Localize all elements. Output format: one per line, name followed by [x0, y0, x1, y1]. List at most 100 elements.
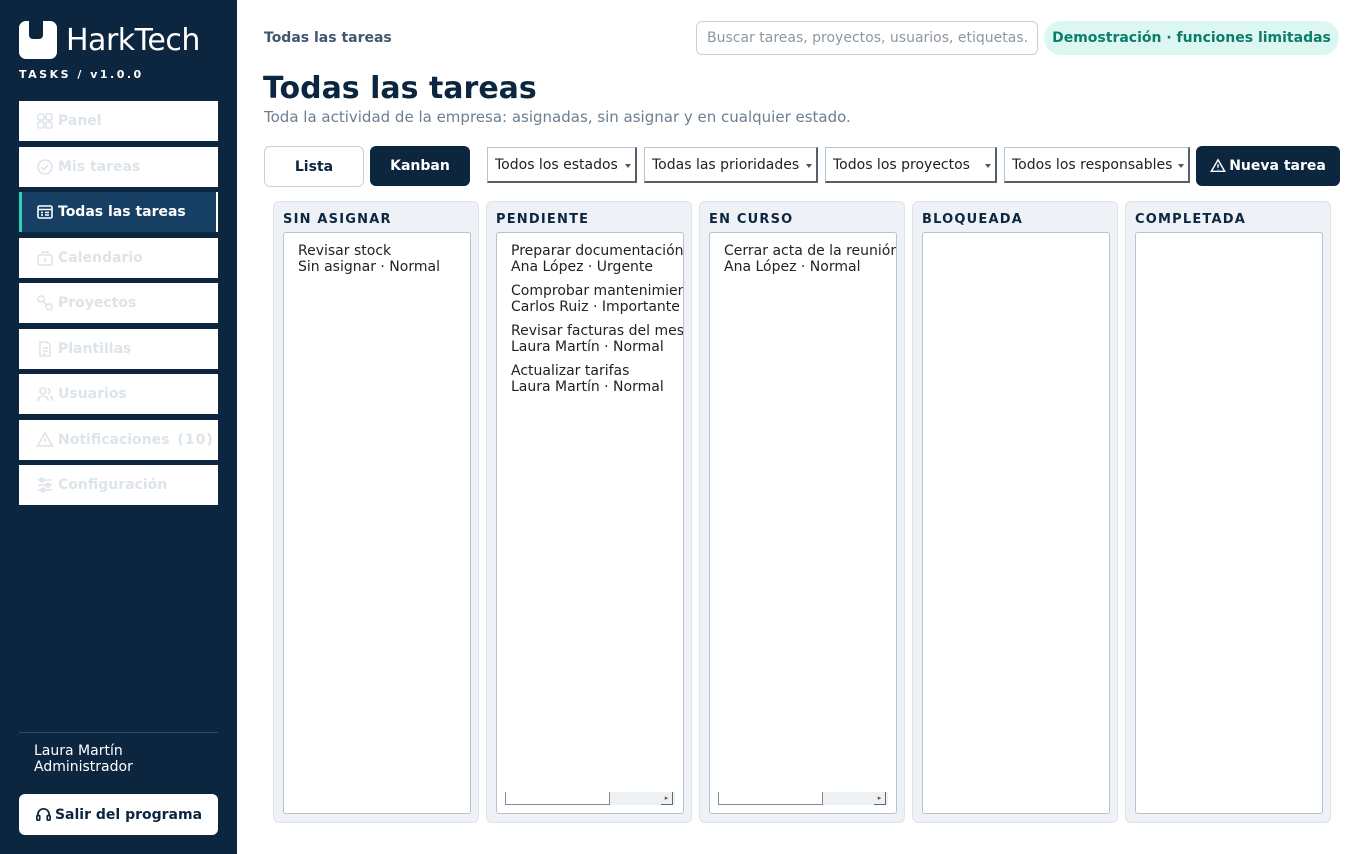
priority-filter-value: Todas las prioridades — [652, 156, 800, 173]
scrollbar-thumb[interactable] — [505, 792, 610, 805]
assignee-filter-select[interactable]: Todos los responsables — [1004, 147, 1190, 183]
column-title: BLOQUEADA — [922, 212, 1023, 227]
sidebar-item-label: Usuarios — [58, 386, 127, 402]
document-icon — [39, 340, 51, 357]
task-meta: Sin asignar · Normal — [298, 259, 440, 275]
breadcrumb: Todas las tareas — [264, 30, 392, 46]
app-logo: HarkTech — [19, 20, 200, 59]
column-body: Cerrar acta de la reunión Ana López · No… — [709, 232, 897, 814]
calendar-icon — [37, 250, 53, 266]
horizontal-scrollbar[interactable]: ▸ — [505, 792, 675, 805]
chevron-down-icon — [1178, 164, 1184, 168]
sidebar-item-mis-tareas[interactable]: Mis tareas — [19, 146, 218, 187]
scrollbar-thumb[interactable] — [718, 792, 823, 805]
column-body — [922, 232, 1110, 814]
task-card[interactable]: Actualizar tarifas Laura Martín · Normal — [511, 363, 664, 395]
users-icon — [37, 387, 54, 402]
task-meta: Laura Martín · Normal — [511, 379, 664, 395]
sidebar-item-configuracion[interactable]: Configuración — [19, 465, 218, 505]
task-card[interactable]: Revisar facturas del mes Laura Martín · … — [511, 323, 683, 355]
task-meta: Carlos Ruiz · Importante — [511, 299, 680, 315]
page-subtitle: Toda la actividad de la empresa: asignad… — [264, 108, 851, 126]
new-task-button[interactable]: Nueva tarea — [1196, 146, 1340, 186]
column-title: PENDIENTE — [496, 212, 590, 227]
logout-button[interactable]: Salir del programa — [19, 794, 218, 835]
warning-icon — [1210, 158, 1227, 173]
sidebar-item-label: Proyectos — [58, 295, 137, 311]
priority-filter-select[interactable]: Todas las prioridades — [644, 147, 818, 183]
task-title: Cerrar acta de la reunión — [724, 243, 897, 259]
new-task-label: Nueva tarea — [1229, 158, 1326, 174]
column-title: COMPLETADA — [1135, 212, 1246, 227]
task-card[interactable]: Preparar documentación Ana López · Urgen… — [511, 243, 684, 275]
headset-icon — [36, 808, 51, 822]
kanban-view-button[interactable]: Kanban — [370, 146, 470, 186]
task-title: Preparar documentación — [511, 243, 684, 259]
logout-label: Salir del programa — [54, 806, 203, 823]
sidebar-item-label: Calendario — [58, 249, 143, 266]
app-version: TASKS / v1.0.0 — [19, 68, 144, 81]
sidebar: HarkTech TASKS / v1.0.0 Panel Mis tareas… — [0, 0, 237, 854]
sidebar-item-usuarios[interactable]: Usuarios — [19, 374, 218, 414]
sidebar-item-label: Configuración — [58, 477, 168, 493]
horizontal-scrollbar[interactable]: ▸ — [718, 792, 888, 805]
projects-icon — [37, 295, 53, 311]
project-filter-select[interactable]: Todos los proyectos — [825, 147, 997, 183]
logo-icon — [19, 20, 57, 59]
sidebar-item-todas-las-tareas[interactable]: Todas las tareas — [19, 192, 218, 232]
column-body: Revisar stock Sin asignar · Normal — [283, 232, 471, 814]
task-list-icon — [37, 205, 53, 219]
sidebar-item-panel[interactable]: Panel — [19, 101, 218, 141]
chevron-down-icon — [806, 164, 812, 168]
kanban-column-completada: COMPLETADA — [1125, 201, 1331, 823]
task-card[interactable]: Comprobar mantenimien Carlos Ruiz · Impo… — [511, 283, 684, 315]
user-role: Administrador — [34, 759, 133, 775]
task-title: Revisar stock — [298, 243, 392, 259]
scroll-right-icon[interactable]: ▸ — [661, 792, 673, 805]
demo-badge: Demostración · funciones limitadas — [1044, 21, 1339, 55]
sidebar-nav: Panel Mis tareas Todas las tareas Calend… — [19, 101, 218, 511]
column-title: EN CURSO — [709, 212, 794, 227]
column-body — [1135, 232, 1323, 814]
app-name: HarkTech — [66, 22, 200, 58]
chevron-down-icon — [985, 164, 991, 168]
sidebar-item-label: Panel — [58, 113, 102, 129]
notification-count: (10) — [177, 431, 214, 448]
assignee-filter-value: Todos los responsables — [1012, 156, 1173, 173]
sidebar-item-label: Plantillas — [58, 340, 132, 357]
sidebar-item-calendario[interactable]: Calendario — [19, 237, 218, 278]
column-title: SIN ASIGNAR — [283, 212, 392, 227]
kanban-column-en-curso: EN CURSO Cerrar acta de la reunión Ana L… — [699, 201, 905, 823]
sidebar-item-label: Notificaciones — [58, 431, 170, 448]
scroll-right-icon[interactable]: ▸ — [874, 792, 886, 805]
grid-icon — [37, 113, 53, 129]
sliders-icon — [38, 477, 52, 493]
task-meta: Ana López · Normal — [724, 259, 861, 275]
task-card[interactable]: Revisar stock Sin asignar · Normal — [298, 243, 440, 275]
kanban-column-pendiente: PENDIENTE Preparar documentación Ana Lóp… — [486, 201, 692, 823]
chevron-down-icon — [625, 164, 631, 168]
sidebar-item-label: Mis tareas — [58, 158, 141, 175]
column-body: Preparar documentación Ana López · Urgen… — [496, 232, 684, 814]
kanban-column-bloqueada: BLOQUEADA — [912, 201, 1118, 823]
task-meta: Laura Martín · Normal — [511, 339, 664, 355]
sidebar-divider — [19, 732, 218, 733]
warning-icon — [36, 430, 54, 447]
list-view-button[interactable]: Lista — [264, 146, 364, 187]
user-name: Laura Martín — [34, 743, 123, 759]
sidebar-item-notificaciones[interactable]: Notificaciones (10) — [19, 419, 218, 460]
project-filter-value: Todos los proyectos — [833, 156, 970, 173]
task-title: Actualizar tarifas — [511, 363, 630, 379]
status-filter-select[interactable]: Todos los estados — [487, 147, 637, 183]
task-card[interactable]: Cerrar acta de la reunión Ana López · No… — [724, 243, 897, 275]
task-title: Comprobar mantenimien — [511, 283, 684, 299]
search-input[interactable] — [696, 21, 1038, 55]
check-circle-icon — [37, 158, 53, 175]
kanban-column-sin-asignar: SIN ASIGNAR Revisar stock Sin asignar · … — [273, 201, 479, 823]
sidebar-item-plantillas[interactable]: Plantillas — [19, 328, 218, 369]
sidebar-item-proyectos[interactable]: Proyectos — [19, 283, 218, 323]
page-title: Todas las tareas — [263, 71, 537, 106]
task-meta: Ana López · Urgente — [511, 259, 654, 275]
sidebar-item-label: Todas las tareas — [58, 204, 186, 220]
status-filter-value: Todos los estados — [495, 156, 618, 173]
